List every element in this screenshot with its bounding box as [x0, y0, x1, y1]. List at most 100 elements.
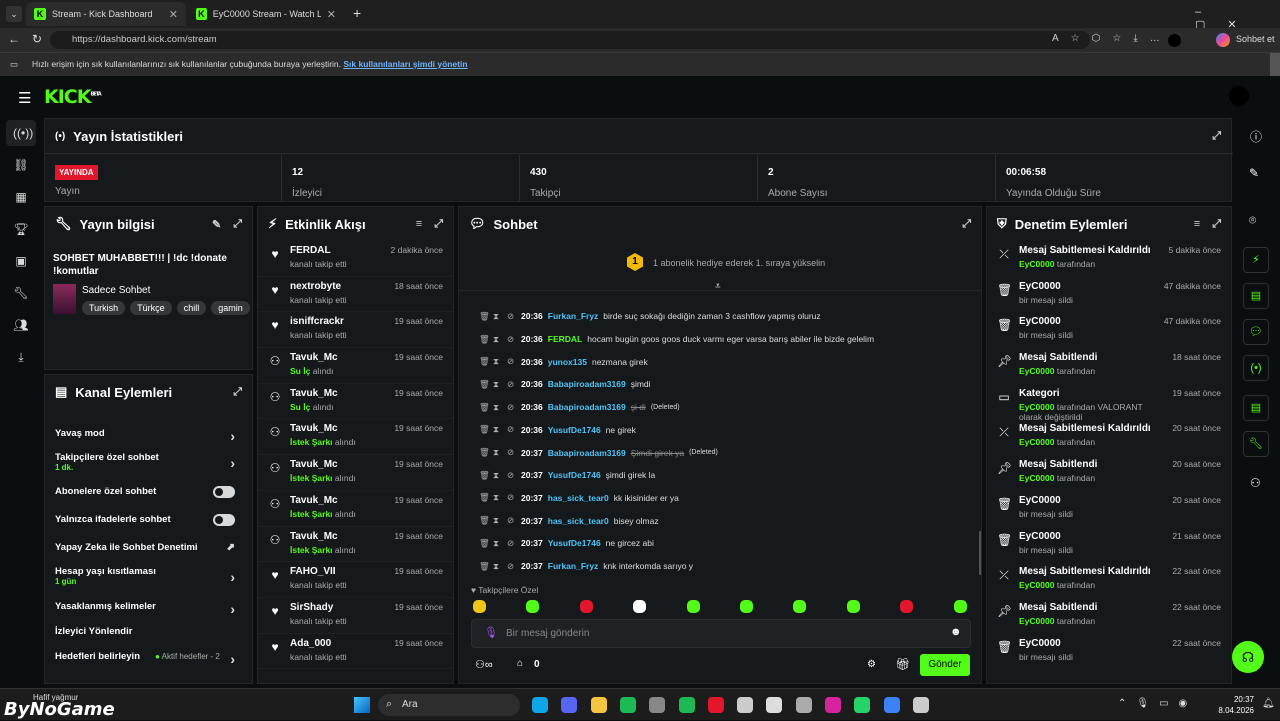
microphone-icon[interactable]: 🎙︎ [484, 626, 498, 639]
delete-message-icon[interactable]: 🗑︎ [479, 515, 490, 526]
chat-message[interactable]: 🗑︎ ⧗ ⊘ 20:37 Furkan_Fryz knk interkomda sarıy… [479, 555, 693, 578]
delete-message-icon[interactable]: 🗑︎ [479, 334, 490, 345]
kick-logo[interactable]: KICKBETA [44, 86, 102, 108]
broadcast-icon[interactable]: ((•)) [13, 125, 33, 141]
whatsapp-icon[interactable] [854, 697, 871, 713]
moderation-item[interactable]: 📌︎ Mesaj Sabitlendi EyC0000 tarafından 18 s… [987, 348, 1231, 384]
chat-username[interactable]: YusufDe1746 [548, 425, 601, 435]
filter-icon[interactable]: ≡ [416, 218, 422, 231]
followers-only-row[interactable]: Takipçilere özel sohbet 1 dk. › [55, 452, 235, 474]
activity-item[interactable]: ⚇ Tavuk_Mc İstek Şarkı alındı 19 saat önce [258, 527, 453, 563]
delete-message-icon[interactable]: 🗑︎ [479, 379, 490, 390]
chat-message[interactable]: 🗑︎ ⧗ ⊘ 20:37 Babapiroadam3169 Şimdi girek ya (… [479, 441, 718, 464]
chat-message[interactable]: 🗑︎ ⧗ ⊘ 20:36 Furkan_Fryz birde suç sokağı ded… [479, 305, 821, 328]
ban-icon[interactable]: ⊘ [507, 470, 516, 481]
quick-broadcast-icon[interactable]: (•) [1243, 355, 1269, 381]
tab-kick-dashboard[interactable]: K Stream - Kick Dashboard ✕ [26, 2, 186, 26]
activity-username[interactable]: FERDAL [290, 245, 383, 256]
activity-item[interactable]: ♥ FERDAL kanalı takip etti 2 dakika önce [258, 241, 453, 277]
send-button[interactable]: Gönder [920, 654, 970, 676]
copilot-icon[interactable] [1216, 33, 1230, 47]
video-icon[interactable]: ▣ [13, 253, 29, 269]
timeout-icon[interactable]: ⧗ [493, 402, 502, 413]
instagram-icon[interactable] [825, 697, 841, 713]
subs-only-toggle[interactable] [213, 486, 235, 498]
timeout-icon[interactable]: ⧗ [493, 424, 502, 435]
moderator-name[interactable]: EyC0000 [1019, 580, 1054, 590]
chat-username[interactable]: Babapiroadam3169 [548, 402, 626, 412]
ban-icon[interactable]: ⊘ [507, 561, 516, 572]
emote[interactable] [793, 600, 807, 613]
user-avatar[interactable] [1229, 86, 1249, 106]
activity-username[interactable]: nextrobyte [290, 281, 386, 292]
popout-icon[interactable]: ⤢ [434, 218, 443, 231]
windows-start-icon[interactable] [354, 697, 370, 713]
points-icon[interactable]: ⚇ [1250, 476, 1261, 490]
manage-favorites-link[interactable]: Sık kullanılanları şimdi yönetin [343, 59, 467, 69]
moderator-name[interactable]: EyC0000 [1019, 402, 1054, 412]
chat-scrollbar[interactable] [979, 531, 981, 575]
emoji-icon[interactable]: ☻ [950, 626, 962, 638]
ban-icon[interactable]: ⊘ [507, 538, 516, 549]
ban-icon[interactable]: ⊘ [507, 311, 516, 322]
tab-list-icon[interactable]: ⌄ [6, 6, 22, 22]
activity-item[interactable]: ♥ Ada_000 kanalı takip etti 19 saat önce [258, 634, 453, 670]
emote[interactable] [579, 600, 593, 613]
emote[interactable] [740, 600, 753, 613]
timeout-icon[interactable]: ⧗ [493, 561, 502, 572]
ai-moderation-row[interactable]: Yapay Zeka ile Sohbet Denetimi ⬈ [55, 542, 235, 556]
chat-username[interactable]: YusufDe1746 [548, 538, 601, 548]
chat-username[interactable]: has_sick_tear0 [548, 493, 609, 503]
activity-item[interactable]: ⚇ Tavuk_Mc İstek Şarkı alındı 19 saat önce [258, 455, 453, 491]
chat-message[interactable]: 🗑︎ ⧗ ⊘ 20:37 YusufDe1746 ne gircez abi [479, 532, 654, 555]
discord-icon[interactable] [561, 697, 578, 713]
delete-message-icon[interactable]: 🗑︎ [479, 470, 490, 481]
ban-icon[interactable]: ⊘ [507, 492, 516, 503]
gift-icon[interactable]: 🎁︎ [895, 657, 910, 671]
quick-doc-icon[interactable]: ▤ [1243, 283, 1269, 309]
back-icon[interactable]: ← [8, 32, 20, 46]
delete-message-icon[interactable]: 🗑︎ [479, 356, 490, 367]
close-tab-icon[interactable]: ✕ [169, 8, 178, 21]
set-goals-row[interactable]: Hedefleri belirleyin ● Aktif hedefler - 2… [55, 651, 235, 667]
activity-username[interactable]: isniffcrackr [290, 316, 386, 327]
chat-input[interactable]: 🎙︎ Bir mesaj gönderin ☻ [471, 619, 971, 648]
clock[interactable]: 20:37 8.04.2026 [1214, 694, 1254, 716]
ban-icon[interactable]: ⊘ [507, 515, 516, 526]
emote[interactable] [473, 600, 486, 613]
timeout-icon[interactable]: ⧗ [493, 515, 502, 526]
close-tab-icon[interactable]: ✕ [327, 8, 336, 21]
edit-icon[interactable]: ✎ [1249, 166, 1259, 180]
activity-username[interactable]: Tavuk_Mc [290, 423, 386, 434]
wrench-icon[interactable]: 🔧︎ [13, 285, 29, 301]
chat-message[interactable]: 🗑︎ ⧗ ⊘ 20:36 yunox135 nezmana girek [479, 350, 648, 373]
moderation-item[interactable]: 🗑︎ EyC0000 bir mesajı sildi 22 saat önce [987, 634, 1231, 670]
ban-icon[interactable]: ⊘ [507, 334, 516, 345]
activity-item[interactable]: ⚇ Tavuk_Mc Su İç alındı 19 saat önce [258, 348, 453, 384]
store-icon[interactable]: ⌂ [517, 658, 523, 669]
refresh-icon[interactable]: ↻ [32, 32, 42, 46]
timeout-icon[interactable]: ⧗ [493, 379, 502, 390]
chat-username[interactable]: Furkan_Fryz [548, 561, 599, 571]
expand-icon[interactable]: ⩡ [715, 281, 721, 292]
chat-username[interactable]: Babapiroadam3169 [548, 448, 626, 458]
moderation-item[interactable]: ▭ Kategori EyC0000 tarafından VALORANT ola… [987, 384, 1231, 422]
emote[interactable] [900, 600, 914, 613]
timeout-icon[interactable]: ⧗ [493, 538, 502, 549]
activity-item[interactable]: ♥ SirShady kanalı takip etti 19 saat önce [258, 598, 453, 634]
timeout-icon[interactable]: ⧗ [493, 334, 502, 345]
moderation-item[interactable]: 📌︎ Mesaj Sabitlendi EyC0000 tarafından 20 s… [987, 455, 1231, 491]
menu-icon[interactable]: ☰ [18, 89, 31, 107]
camera-icon[interactable]: ⌾ [1249, 213, 1256, 228]
browser-toolbar-icons[interactable]: A☆⬡☆⤓… [1052, 33, 1172, 44]
chat-username[interactable]: Furkan_Fryz [548, 311, 599, 321]
moderation-item[interactable]: ⤫ Mesaj Sabitlemesi Kaldırıldı EyC0000 tar… [987, 241, 1231, 277]
users-icon[interactable]: 👥︎ [13, 317, 29, 333]
delete-message-icon[interactable]: 🗑︎ [479, 311, 490, 322]
timeout-icon[interactable]: ⧗ [493, 470, 502, 481]
chat-message[interactable]: 🗑︎ ⧗ ⊘ 20:36 Babapiroadam3169 şi di (Deleted) [479, 396, 680, 419]
timeout-icon[interactable]: ⧗ [493, 356, 502, 367]
ban-icon[interactable]: ⊘ [507, 424, 516, 435]
delete-message-icon[interactable]: 🗑︎ [479, 447, 490, 458]
chat-username[interactable]: has_sick_tear0 [548, 516, 609, 526]
